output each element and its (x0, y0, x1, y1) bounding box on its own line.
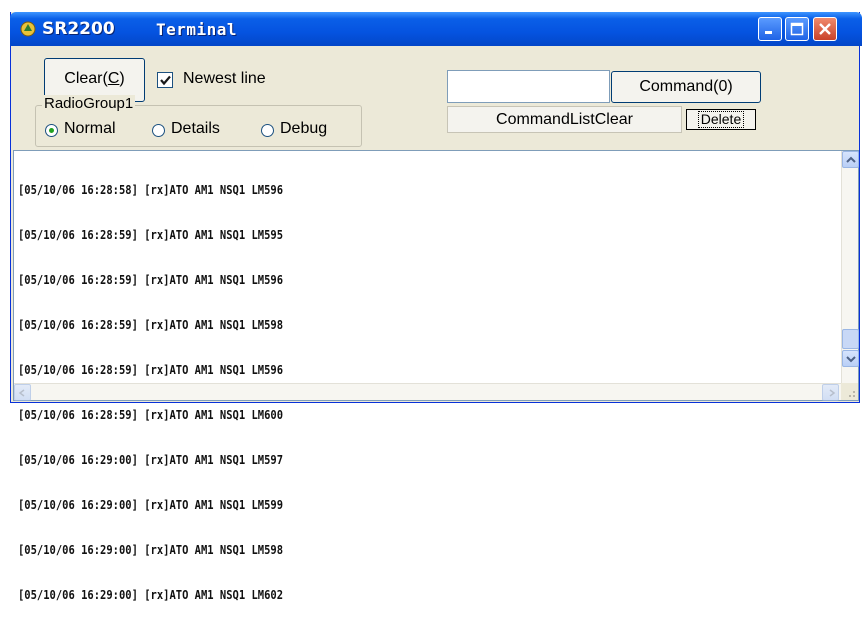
command-input[interactable] (447, 70, 610, 103)
terminal-window: SR2200 Terminal Clear(C) Newest line Rad… (10, 12, 862, 602)
radio-debug[interactable] (261, 124, 274, 137)
window-title: Terminal (156, 20, 238, 39)
scroll-up-button[interactable] (842, 151, 859, 168)
resize-grip-icon[interactable] (841, 383, 858, 400)
close-icon (819, 23, 831, 35)
newest-line-label: Newest line (183, 70, 266, 87)
clear-label-close: ) (119, 70, 125, 87)
chevron-left-icon (18, 389, 25, 397)
log-line: [05/10/06 16:28:59] [rx]ATO AM1 NSQ1 LM5… (18, 228, 284, 242)
app-logo-icon (20, 21, 36, 37)
close-button[interactable] (813, 17, 837, 41)
log-line: [05/10/06 16:29:00] [rx]ATO AM1 NSQ1 LM6… (18, 588, 284, 602)
radio-group: RadioGroup1 Normal Details Debug (35, 95, 362, 147)
vertical-scrollbar[interactable] (841, 151, 859, 383)
minimize-button[interactable] (758, 17, 782, 41)
title-bar[interactable]: SR2200 Terminal (10, 12, 862, 46)
scroll-thumb[interactable] (842, 329, 859, 349)
log-line: [05/10/06 16:28:59] [rx]ATO AM1 NSQ1 LM5… (18, 363, 284, 377)
chevron-down-icon (846, 356, 856, 363)
clear-accelerator: C (107, 70, 120, 87)
command-button[interactable]: Command(0) (611, 71, 761, 103)
log-line: [05/10/06 16:28:59] [rx]ATO AM1 NSQ1 LM6… (18, 408, 284, 422)
horizontal-scrollbar[interactable] (14, 383, 841, 401)
command-list-clear-button[interactable]: CommandListClear (447, 106, 682, 133)
clear-label: Clear( (64, 70, 108, 87)
log-line: [05/10/06 16:28:59] [rx]ATO AM1 NSQ1 LM5… (18, 318, 284, 332)
radio-normal-label[interactable]: Normal (64, 120, 116, 138)
log-line: [05/10/06 16:29:00] [rx]ATO AM1 NSQ1 LM5… (18, 453, 284, 467)
scroll-right-button[interactable] (822, 384, 839, 401)
maximize-icon (790, 22, 804, 36)
radio-details[interactable] (152, 124, 165, 137)
maximize-button[interactable] (785, 17, 809, 41)
minimize-icon (765, 31, 772, 34)
log-line: [05/10/06 16:29:00] [rx]ATO AM1 NSQ1 LM5… (18, 498, 284, 512)
scroll-down-button[interactable] (842, 350, 859, 367)
radio-group-legend: RadioGroup1 (42, 95, 136, 112)
delete-button[interactable]: Delete (686, 109, 756, 130)
radio-debug-label[interactable]: Debug (280, 120, 327, 138)
log-line: [05/10/06 16:29:00] [rx]ATO AM1 NSQ1 LM5… (18, 543, 284, 557)
checkmark-icon (160, 75, 171, 86)
chevron-right-icon (829, 389, 836, 397)
terminal-log[interactable]: [05/10/06 16:28:58] [rx]ATO AM1 NSQ1 LM5… (13, 150, 859, 602)
scroll-left-button[interactable] (14, 384, 31, 401)
newest-line-checkbox[interactable] (157, 72, 173, 88)
radio-details-label[interactable]: Details (171, 120, 220, 138)
app-name: SR2200 (42, 19, 115, 39)
chevron-up-icon (846, 156, 856, 163)
delete-label: Delete (697, 111, 745, 128)
log-line: [05/10/06 16:28:59] [rx]ATO AM1 NSQ1 LM5… (18, 273, 284, 287)
radio-normal[interactable] (45, 124, 58, 137)
log-line: [05/10/06 16:28:58] [rx]ATO AM1 NSQ1 LM5… (18, 183, 284, 197)
